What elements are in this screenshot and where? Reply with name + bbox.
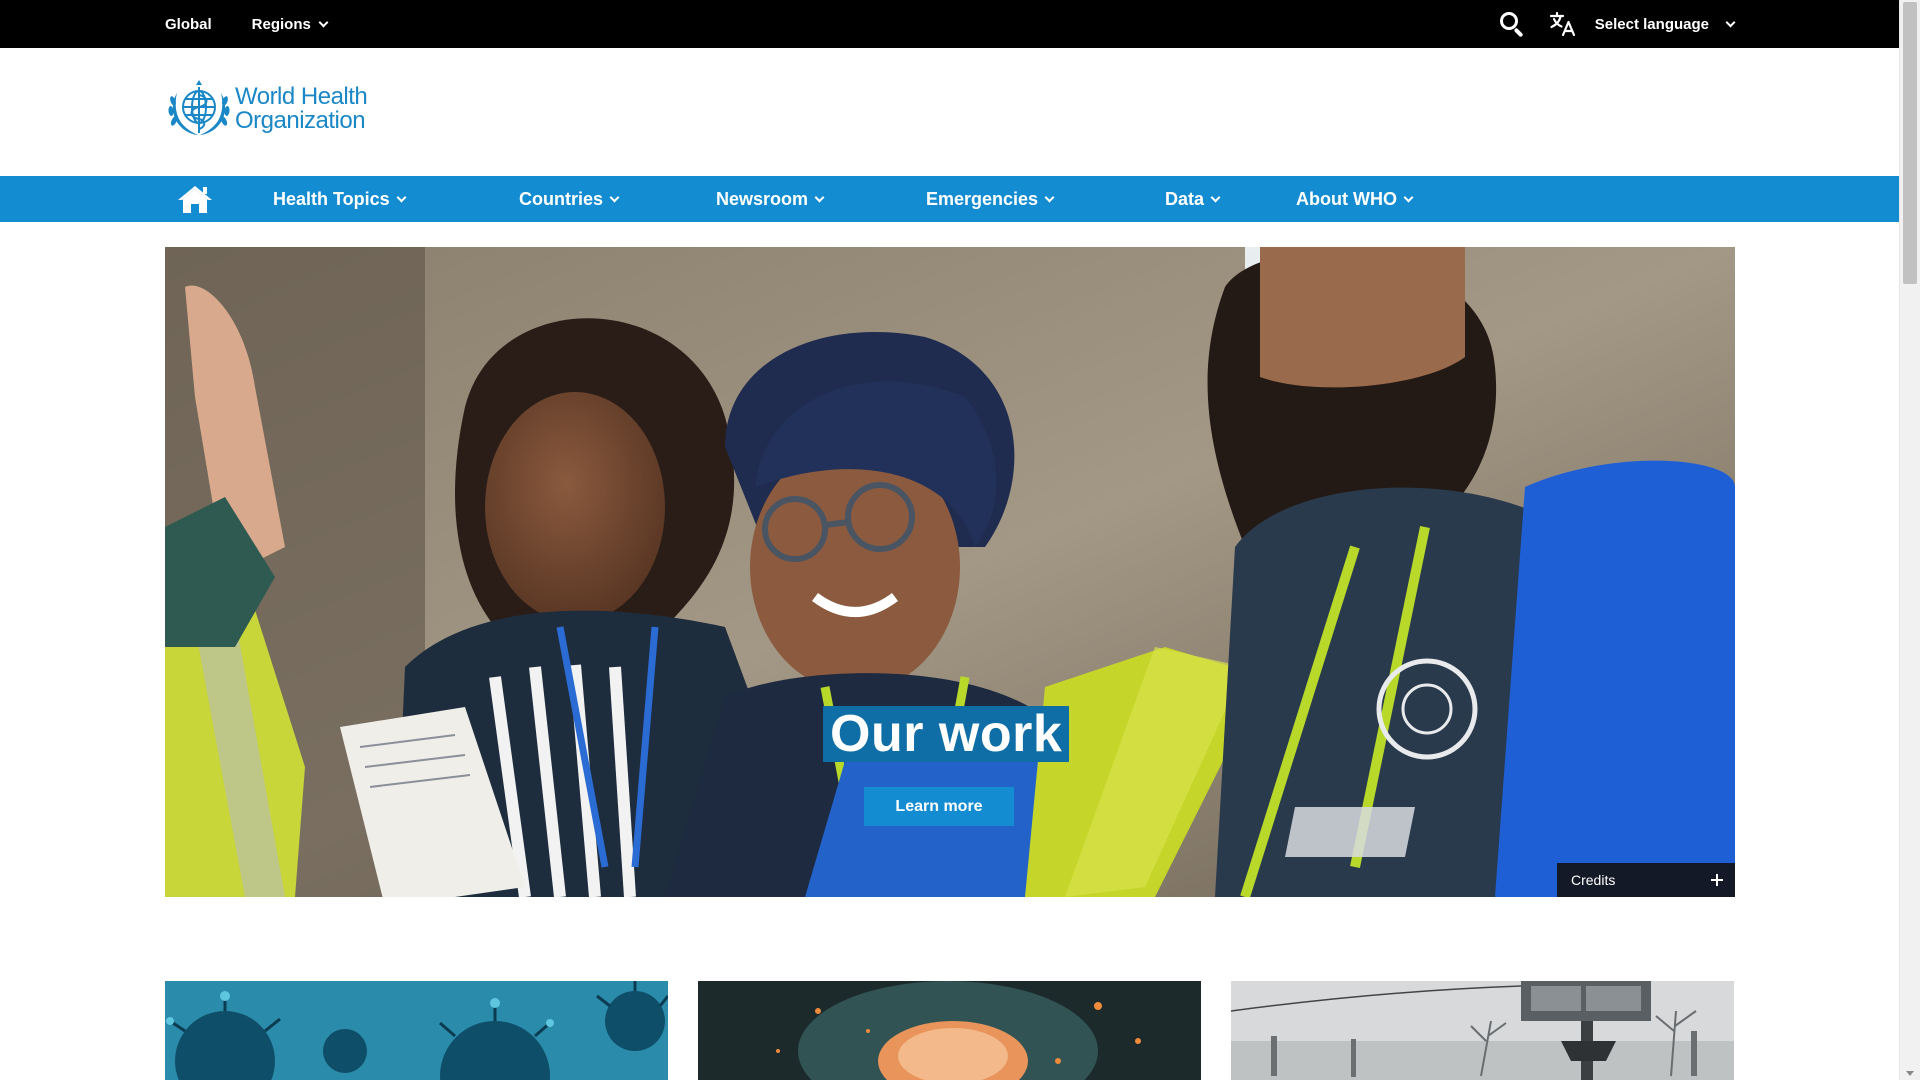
card-image-particles bbox=[698, 981, 1201, 1080]
who-logo[interactable]: World Health Organization bbox=[165, 77, 368, 141]
chevron-down-icon bbox=[396, 192, 407, 202]
chevron-down-icon bbox=[1044, 192, 1055, 202]
nav-label: Emergencies bbox=[926, 188, 1039, 209]
home-icon[interactable] bbox=[176, 184, 214, 214]
nav-label: Countries bbox=[519, 188, 604, 209]
chevron-down-icon bbox=[609, 192, 620, 202]
search-icon[interactable] bbox=[1499, 11, 1525, 38]
feature-card-2[interactable] bbox=[698, 981, 1201, 1080]
credits-toggle[interactable]: Credits bbox=[1557, 863, 1735, 897]
card-image-street bbox=[1231, 981, 1734, 1080]
nav-newsroom[interactable]: Newsroom bbox=[716, 176, 825, 222]
chevron-down-icon bbox=[318, 17, 329, 27]
feature-card-1[interactable] bbox=[165, 981, 668, 1080]
global-link-label: Global bbox=[165, 15, 212, 33]
hero-banner: Our work Learn more Credits bbox=[165, 247, 1735, 897]
regions-label: Regions bbox=[251, 15, 311, 33]
language-selector[interactable]: Select language bbox=[1549, 10, 1736, 38]
nav-health-topics[interactable]: Health Topics bbox=[273, 176, 407, 222]
nav-label: Newsroom bbox=[716, 188, 809, 209]
logo-line-1: World Health bbox=[235, 83, 368, 110]
scroll-down-arrow-icon[interactable] bbox=[1906, 1071, 1914, 1076]
page: Global Regions Select language World Hea… bbox=[0, 0, 1899, 1080]
scrollbar-thumb[interactable] bbox=[1903, 2, 1917, 284]
global-topbar: Global Regions Select language bbox=[0, 0, 1899, 48]
chevron-down-icon bbox=[1403, 192, 1414, 202]
chevron-down-icon bbox=[1725, 17, 1736, 27]
logo-line-2: Organization bbox=[235, 107, 366, 134]
translate-icon bbox=[1549, 11, 1575, 37]
who-emblem-icon bbox=[168, 80, 230, 135]
header-logo-area: World Health Organization bbox=[0, 48, 1899, 176]
regions-dropdown[interactable]: Regions bbox=[251, 15, 329, 33]
nav-label: Data bbox=[1165, 188, 1205, 209]
card-image-virus bbox=[165, 981, 668, 1080]
nav-about-who[interactable]: About WHO bbox=[1296, 176, 1414, 222]
nav-data[interactable]: Data bbox=[1165, 176, 1221, 222]
global-link[interactable]: Global bbox=[165, 16, 212, 33]
credits-label: Credits bbox=[1571, 872, 1616, 888]
nav-label: About WHO bbox=[1296, 188, 1397, 209]
vertical-scrollbar[interactable] bbox=[1899, 0, 1920, 1080]
hero-title: Our work bbox=[823, 706, 1070, 762]
logo-wordmark: World Health Organization bbox=[235, 83, 368, 134]
nav-label: Health Topics bbox=[273, 188, 390, 209]
select-language-label: Select language bbox=[1594, 15, 1709, 33]
nav-emergencies[interactable]: Emergencies bbox=[926, 176, 1055, 222]
plus-icon bbox=[1711, 874, 1723, 886]
chevron-down-icon bbox=[1210, 192, 1221, 202]
chevron-down-icon bbox=[814, 192, 825, 202]
main-navigation: Health Topics Countries Newsroom Emergen… bbox=[0, 176, 1899, 222]
nav-countries[interactable]: Countries bbox=[519, 176, 620, 222]
topbar-right: Select language bbox=[1499, 0, 1736, 48]
feature-card-3[interactable] bbox=[1231, 981, 1734, 1080]
topbar-left: Global Regions bbox=[165, 0, 329, 48]
learn-more-button[interactable]: Learn more bbox=[864, 787, 1014, 826]
